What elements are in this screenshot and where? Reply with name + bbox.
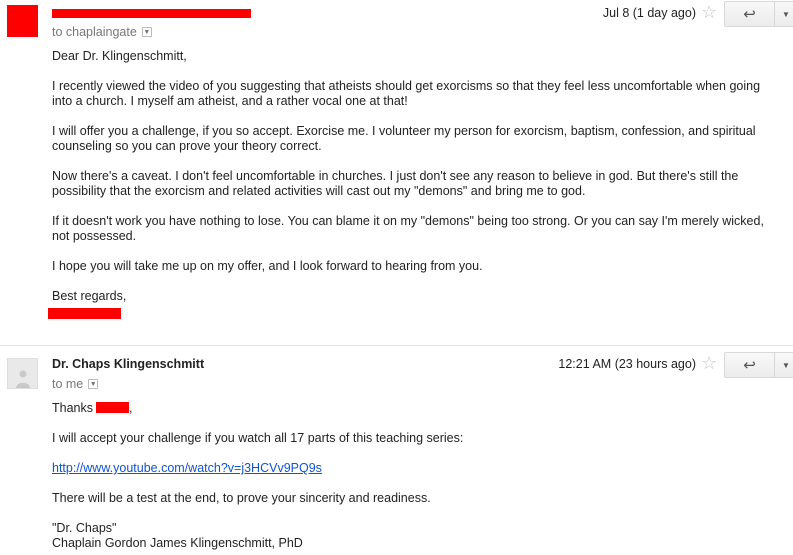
recipient-details-dropdown-icon[interactable]: ▼ <box>141 27 152 37</box>
sender-avatar <box>7 358 38 389</box>
recipient-details-dropdown-icon[interactable]: ▼ <box>88 379 99 389</box>
signature-name-redaction <box>48 308 121 319</box>
recipient-line: to chaplaingate ▼ <box>52 25 152 39</box>
youtube-link[interactable]: http://www.youtube.com/watch?v=j3HCVv9PQ… <box>52 461 322 475</box>
paragraph: I hope you will take me up on my offer, … <box>52 259 483 273</box>
signature-line: Chaplain Gordon James Klingenschmitt, Ph… <box>52 536 303 550</box>
star-outline-icon[interactable]: ☆ <box>701 3 717 21</box>
recipient-label: to me <box>52 377 84 391</box>
thanks-suffix: , <box>129 401 133 415</box>
signature-line: "Dr. Chaps" <box>52 521 117 535</box>
message-date: 12:21 AM (23 hours ago) <box>558 357 696 371</box>
sender-name-redaction <box>52 9 251 18</box>
paragraph: If it doesn't work you have nothing to l… <box>52 214 764 243</box>
thanks-line: Thanks, <box>52 401 782 416</box>
message-body: Dear Dr. Klingenschmitt, I recently view… <box>52 49 782 304</box>
reply-button[interactable]: ↩ <box>724 1 774 27</box>
reply-button-group: ↩ ▼ <box>724 352 793 378</box>
sender-name[interactable]: Dr. Chaps Klingenschmitt <box>52 357 204 371</box>
sender-avatar-redacted <box>7 5 38 37</box>
reply-arrow-icon: ↩ <box>743 357 756 374</box>
paragraph: I will offer you a challenge, if you so … <box>52 124 756 153</box>
paragraph: There will be a test at the end, to prov… <box>52 491 431 505</box>
reply-button-group: ↩ ▼ <box>724 1 793 27</box>
paragraph: Now there's a caveat. I don't feel uncom… <box>52 169 739 198</box>
chevron-down-icon: ▼ <box>782 360 790 370</box>
name-redaction <box>96 402 129 413</box>
person-silhouette-icon <box>15 370 30 388</box>
more-actions-button[interactable]: ▼ <box>774 352 793 378</box>
message-divider <box>0 345 793 346</box>
reply-arrow-icon: ↩ <box>743 6 756 23</box>
recipient-line: to me ▼ <box>52 377 99 391</box>
recipient-label: to chaplaingate <box>52 25 137 39</box>
thanks-prefix: Thanks <box>52 401 93 415</box>
star-outline-icon[interactable]: ☆ <box>701 354 717 372</box>
message-body: Thanks, I will accept your challenge if … <box>52 401 782 551</box>
paragraph: I recently viewed the video of you sugge… <box>52 79 761 108</box>
more-actions-button[interactable]: ▼ <box>774 1 793 27</box>
message-date: Jul 8 (1 day ago) <box>602 6 696 20</box>
reply-button[interactable]: ↩ <box>724 352 774 378</box>
paragraph: I will accept your challenge if you watc… <box>52 431 464 445</box>
closing: Best regards, <box>52 289 127 303</box>
greeting: Dear Dr. Klingenschmitt, <box>52 49 187 63</box>
chevron-down-icon: ▼ <box>782 9 790 19</box>
